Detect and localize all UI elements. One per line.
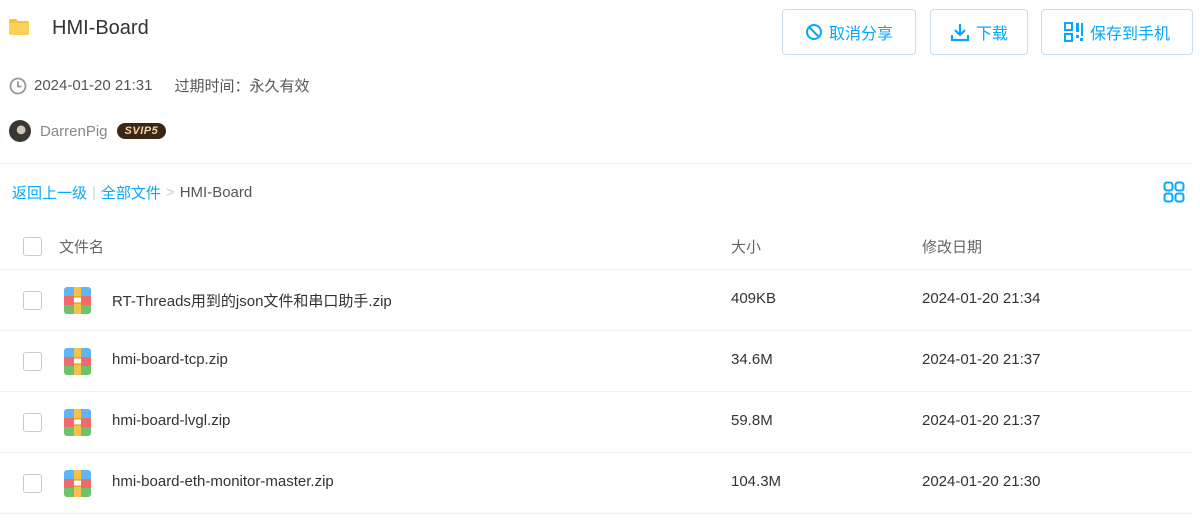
file-size: 59.8M xyxy=(731,412,773,429)
table-header: 文件名 大小 修改日期 xyxy=(0,226,1193,270)
download-button[interactable]: 下载 xyxy=(930,9,1028,55)
file-name[interactable]: RT-Threads用到的json文件和串口助手.zip xyxy=(112,290,392,311)
expire-label: 过期时间： xyxy=(174,78,250,95)
expire-value: 永久有效 xyxy=(249,78,310,95)
select-all-checkbox[interactable] xyxy=(23,237,42,256)
vip-badge: SVIP5 xyxy=(116,123,167,139)
breadcrumb-current: HMI-Board xyxy=(179,184,253,201)
file-size: 409KB xyxy=(731,290,777,307)
column-header-date[interactable]: 修改日期 xyxy=(922,236,982,257)
row-checkbox[interactable] xyxy=(23,291,42,310)
share-time: 2024-01-20 21:31 xyxy=(34,77,153,94)
cancel-share-button[interactable]: 取消分享 xyxy=(782,9,916,55)
file-date: 2024-01-20 21:37 xyxy=(922,351,1041,368)
page-title: HMI-Board xyxy=(52,17,149,39)
table-row[interactable]: RT-Threads用到的json文件和串口助手.zip 409KB 2024-… xyxy=(0,270,1193,331)
back-link[interactable]: 返回上一级 xyxy=(12,182,87,203)
qr-code-icon xyxy=(1063,22,1083,42)
row-checkbox[interactable] xyxy=(23,413,42,432)
zip-icon xyxy=(64,409,91,436)
share-meta: 2024-01-20 21:31 过期时间： 永久有效 xyxy=(9,75,309,96)
zip-icon xyxy=(64,287,91,314)
cancel-share-label: 取消分享 xyxy=(828,26,893,43)
divider xyxy=(0,163,1193,164)
file-date: 2024-01-20 21:37 xyxy=(922,412,1041,429)
breadcrumb-separator: | xyxy=(92,184,96,201)
grid-view-icon[interactable] xyxy=(1163,181,1185,203)
row-checkbox[interactable] xyxy=(23,474,42,493)
folder-icon xyxy=(9,19,29,35)
table-row[interactable]: hmi-board-eth-monitor-master.zip 104.3M … xyxy=(0,453,1193,514)
zip-icon xyxy=(64,470,91,497)
ban-icon xyxy=(805,24,822,40)
user-name: DarrenPig xyxy=(40,122,108,140)
sharer-info: DarrenPig SVIP5 xyxy=(9,120,167,142)
breadcrumb-arrow: > xyxy=(165,184,175,201)
download-label: 下载 xyxy=(975,26,1008,43)
download-icon xyxy=(950,24,970,42)
save-to-phone-label: 保存到手机 xyxy=(1089,26,1170,43)
row-checkbox[interactable] xyxy=(23,352,42,371)
avatar xyxy=(9,120,31,142)
breadcrumb: 返回上一级 | 全部文件 > HMI-Board xyxy=(12,182,252,203)
column-header-size[interactable]: 大小 xyxy=(731,236,761,257)
zip-icon xyxy=(64,348,91,375)
column-header-name[interactable]: 文件名 xyxy=(59,236,104,257)
file-name[interactable]: hmi-board-lvgl.zip xyxy=(112,412,230,429)
file-date: 2024-01-20 21:30 xyxy=(922,473,1041,490)
save-to-phone-button[interactable]: 保存到手机 xyxy=(1041,9,1193,55)
file-name[interactable]: hmi-board-eth-monitor-master.zip xyxy=(112,473,334,490)
table-row[interactable]: hmi-board-tcp.zip 34.6M 2024-01-20 21:37 xyxy=(0,331,1193,392)
file-size: 34.6M xyxy=(731,351,773,368)
file-date: 2024-01-20 21:34 xyxy=(922,290,1041,307)
file-name[interactable]: hmi-board-tcp.zip xyxy=(112,351,228,368)
table-row[interactable]: hmi-board-lvgl.zip 59.8M 2024-01-20 21:3… xyxy=(0,392,1193,453)
clock-icon xyxy=(9,77,27,94)
file-size: 104.3M xyxy=(731,473,782,490)
all-files-link[interactable]: 全部文件 xyxy=(101,182,161,203)
